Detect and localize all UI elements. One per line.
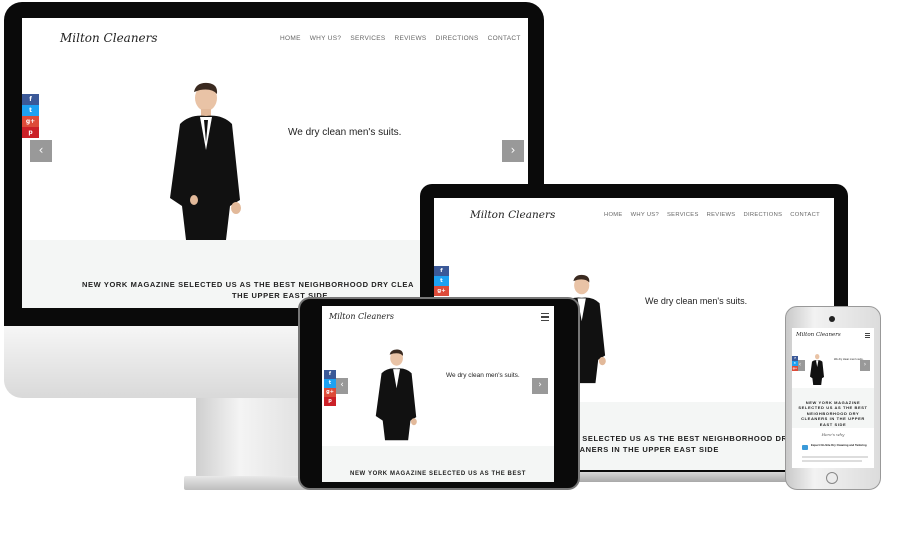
- desktop-next-arrow[interactable]: ›: [502, 140, 524, 162]
- phone-press-text: NEW YORK MAGAZINE SELECTED US AS THE BES…: [798, 400, 868, 427]
- google-plus-icon[interactable]: g+: [22, 116, 39, 127]
- hero-man-image: [375, 349, 417, 441]
- nav-services[interactable]: SERVICES: [350, 35, 385, 42]
- desktop-navbar: Milton Cleaners HOME WHY US? SERVICES RE…: [22, 18, 528, 61]
- phone-next-arrow[interactable]: ›: [860, 360, 870, 371]
- hamburger-menu-icon[interactable]: [865, 333, 870, 339]
- laptop-nav-links: HOME WHY US? SERVICES REVIEWS DIRECTIONS…: [604, 212, 820, 218]
- nav-services[interactable]: SERVICES: [667, 212, 699, 218]
- google-plus-icon[interactable]: g+: [324, 388, 336, 397]
- phone-tagline: We dry clean men's suits.: [834, 358, 864, 361]
- phone-feature-body-2: [802, 460, 862, 462]
- hamburger-menu-icon[interactable]: [541, 313, 549, 323]
- nav-directions[interactable]: DIRECTIONS: [436, 35, 479, 42]
- phone-feature-title: Expert On-Site Dry Cleaning and Tailorin…: [811, 443, 867, 447]
- nav-why-us[interactable]: WHY US?: [310, 35, 342, 42]
- tablet-tagline: We dry clean men's suits.: [446, 372, 520, 379]
- phone-logo[interactable]: Milton Cleaners: [796, 332, 841, 338]
- phone-feature-icon: [802, 445, 808, 450]
- hero-man-image: [170, 82, 241, 240]
- nav-contact[interactable]: CONTACT: [790, 212, 820, 218]
- desktop-nav-links: HOME WHY US? SERVICES REVIEWS DIRECTIONS…: [280, 35, 521, 42]
- twitter-icon[interactable]: t: [22, 105, 39, 116]
- phone-navbar: Milton Cleaners: [792, 328, 874, 345]
- twitter-icon[interactable]: t: [434, 276, 449, 286]
- tablet-press-band: NEW YORK MAGAZINE SELECTED US AS THE BES…: [322, 446, 554, 482]
- desktop-tagline: We dry clean men's suits.: [288, 127, 402, 138]
- phone-camera-icon: [829, 316, 835, 322]
- desktop-prev-arrow[interactable]: ‹: [30, 140, 52, 162]
- nav-contact[interactable]: CONTACT: [488, 35, 521, 42]
- facebook-icon[interactable]: f: [324, 370, 336, 379]
- tablet-prev-arrow[interactable]: ‹: [336, 378, 348, 394]
- facebook-icon[interactable]: f: [434, 266, 449, 276]
- phone-section-heading: Here's why: [821, 432, 845, 437]
- laptop-tagline: We dry clean men's suits.: [645, 296, 748, 306]
- nav-why-us[interactable]: WHY US?: [631, 212, 659, 218]
- google-plus-icon[interactable]: g+: [434, 286, 449, 296]
- pinterest-icon[interactable]: p: [22, 127, 39, 138]
- phone-press-band: NEW YORK MAGAZINE SELECTED US AS THE BES…: [792, 388, 874, 428]
- nav-directions[interactable]: DIRECTIONS: [743, 212, 782, 218]
- phone-screen: Milton Cleaners We dry clean men's suits…: [792, 328, 874, 468]
- tablet-navbar: Milton Cleaners: [322, 306, 554, 329]
- google-plus-icon[interactable]: g+: [792, 366, 798, 371]
- tablet-hero: We dry clean men's suits. ‹ › f t g+ p: [322, 328, 554, 446]
- nav-reviews[interactable]: REVIEWS: [394, 35, 426, 42]
- nav-reviews[interactable]: REVIEWS: [707, 212, 736, 218]
- nav-home[interactable]: HOME: [280, 35, 301, 42]
- tablet-screen: Milton Cleaners We dry clean men's suits…: [322, 306, 554, 482]
- hero-man-image: [810, 354, 824, 385]
- pinterest-icon[interactable]: p: [324, 397, 336, 406]
- tablet-next-arrow[interactable]: ›: [532, 378, 548, 394]
- laptop-navbar: Milton Cleaners HOME WHY US? SERVICES RE…: [434, 198, 834, 235]
- phone-hero: We dry clean men's suits. ‹ › f t g+: [792, 344, 874, 388]
- facebook-icon[interactable]: f: [22, 94, 39, 105]
- laptop-logo[interactable]: Milton Cleaners: [470, 209, 555, 221]
- nav-home[interactable]: HOME: [604, 212, 623, 218]
- phone-feature-body: [802, 456, 868, 458]
- twitter-icon[interactable]: t: [324, 379, 336, 388]
- tablet-logo[interactable]: Milton Cleaners: [329, 312, 394, 321]
- desktop-logo[interactable]: Milton Cleaners: [60, 31, 158, 45]
- monitor-stand-foot: [184, 476, 316, 490]
- tablet-press-line-1: NEW YORK MAGAZINE SELECTED US AS THE BES…: [350, 471, 526, 477]
- phone-home-button[interactable]: [826, 472, 838, 484]
